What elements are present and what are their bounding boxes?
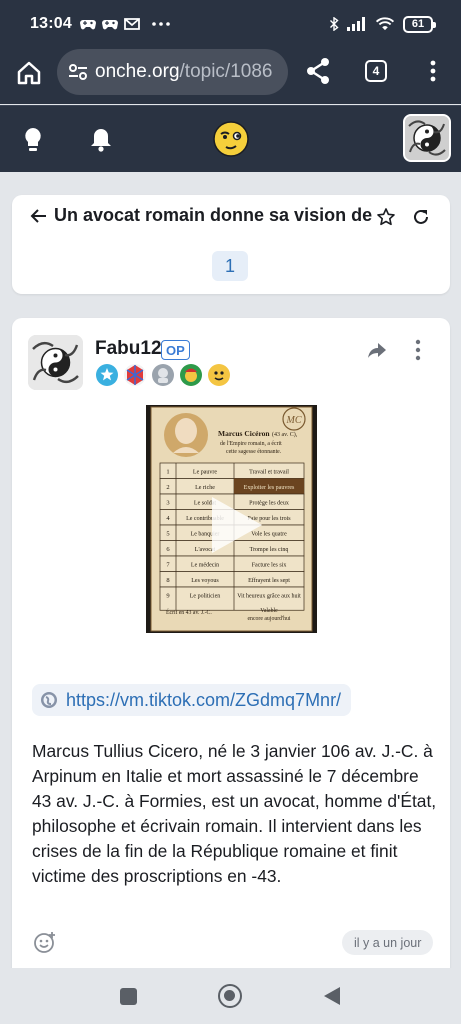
row-action: Travail et travail: [249, 470, 289, 476]
row-number: 1: [166, 469, 169, 476]
battery-indicator: 61: [403, 15, 436, 33]
url-path: /topic/1086: [179, 61, 273, 82]
row-action: Vit heureux grâce aux huit: [237, 594, 301, 600]
topic-title[interactable]: Un avocat romain donne sa vision de la: [54, 205, 372, 226]
video-footer-right-2: encore aujourd'hui: [247, 616, 290, 622]
op-badge: OP: [161, 340, 190, 360]
video-heading-dates: (43 av. C),: [272, 431, 298, 438]
url-text: onche.org/topic/1086: [95, 61, 272, 83]
site-header: [0, 105, 461, 172]
row-person: Le politicien: [190, 594, 221, 600]
star-icon[interactable]: [376, 207, 396, 227]
post-card: Fabu12 OP MC Marcus Cicéron (43 av. C), …: [12, 318, 450, 978]
kebab-menu-icon[interactable]: [423, 56, 443, 86]
row-action: Exploiter les pauvres: [244, 485, 295, 491]
row-action: Facture les six: [252, 563, 287, 569]
recents-button[interactable]: [120, 988, 137, 1005]
system-nav-bar: [0, 968, 461, 1024]
badge-icon: [208, 364, 230, 386]
site-info-icon[interactable]: [67, 61, 89, 83]
row-number: 8: [166, 577, 169, 584]
badge-icon: [180, 364, 202, 386]
video-subtitle-2: cette sagesse étonnante.: [226, 449, 282, 455]
status-bar: 13:04 61: [0, 0, 461, 48]
video-footer-left: Écrit en 43 av. J.-C.: [166, 608, 212, 616]
signal-icon: [347, 17, 365, 31]
share-icon[interactable]: [304, 56, 332, 86]
back-arrow-icon[interactable]: [30, 207, 48, 225]
address-bar[interactable]: onche.org/topic/1086: [57, 49, 288, 95]
bell-icon[interactable]: [89, 126, 113, 154]
row-number: 3: [166, 500, 169, 507]
more-dots-icon: [152, 22, 170, 26]
game-controller-icon: [101, 20, 118, 30]
game-controller-icon: [79, 20, 96, 30]
tiktok-link[interactable]: https://vm.tiktok.com/ZGdmq7Mnr/: [32, 684, 352, 716]
site-logo-smiley[interactable]: [212, 120, 250, 158]
home-button[interactable]: [218, 984, 242, 1008]
row-action: Effrayent les sept: [248, 577, 290, 584]
post-menu-icon[interactable]: [414, 338, 422, 362]
wifi-icon: [375, 17, 395, 31]
row-action: Trompe les cinq: [250, 547, 289, 553]
status-time: 13:04: [30, 15, 72, 32]
dragon-avatar-image: [28, 335, 83, 390]
tabs-icon[interactable]: 4: [365, 60, 387, 82]
back-triangle-icon[interactable]: [323, 986, 341, 1006]
globe-icon: [41, 692, 57, 708]
video-thumbnail[interactable]: MC Marcus Cicéron (43 av. C), de l'Empir…: [146, 405, 317, 633]
page-number-button[interactable]: 1: [212, 251, 248, 281]
row-person: Les voyous: [191, 578, 219, 584]
row-number: 9: [166, 593, 169, 600]
bluetooth-icon: [330, 17, 339, 31]
add-reaction-icon[interactable]: [33, 930, 57, 954]
video-heading: Marcus Cicéron: [218, 429, 270, 438]
gmail-icon: [124, 18, 140, 30]
badge-icon: [96, 364, 118, 386]
monogram-text: MC: [286, 415, 302, 426]
topic-card: Un avocat romain donne sa vision de la 1: [12, 195, 450, 294]
badge-icon: [152, 364, 174, 386]
home-icon[interactable]: [14, 58, 44, 88]
lightbulb-icon[interactable]: [22, 126, 44, 154]
video-subtitle-1: de l'Empire romain, a écrit: [220, 441, 282, 447]
row-person: Le riche: [195, 485, 215, 491]
browser-toolbar: onche.org/topic/1086 4: [0, 48, 461, 104]
row-number: 5: [166, 531, 169, 538]
video-footer-right-1: Valable: [260, 608, 278, 614]
refresh-icon[interactable]: [411, 207, 431, 227]
link-url[interactable]: https://vm.tiktok.com/ZGdmq7Mnr/: [66, 690, 341, 711]
dragon-avatar-image: [405, 116, 449, 160]
row-number: 2: [166, 484, 169, 491]
post-body: Marcus Tullius Cicero, né le 3 janvier 1…: [32, 741, 437, 886]
reply-share-icon[interactable]: [366, 339, 388, 361]
row-person: Le médecin: [191, 563, 219, 569]
author-name[interactable]: Fabu12: [95, 338, 162, 360]
badge-icon: [124, 364, 146, 386]
url-domain: onche.org: [95, 61, 180, 82]
post-timestamp: il y a un jour: [342, 930, 434, 955]
author-avatar[interactable]: [28, 335, 83, 390]
row-action: Vole les quatre: [251, 532, 287, 538]
row-action: Protège les deux: [249, 501, 289, 507]
row-person: Le pauvre: [193, 470, 217, 476]
author-badges: [95, 363, 231, 387]
cicero-table-image: MC Marcus Cicéron (43 av. C), de l'Empir…: [146, 405, 317, 633]
user-avatar[interactable]: [403, 114, 451, 162]
